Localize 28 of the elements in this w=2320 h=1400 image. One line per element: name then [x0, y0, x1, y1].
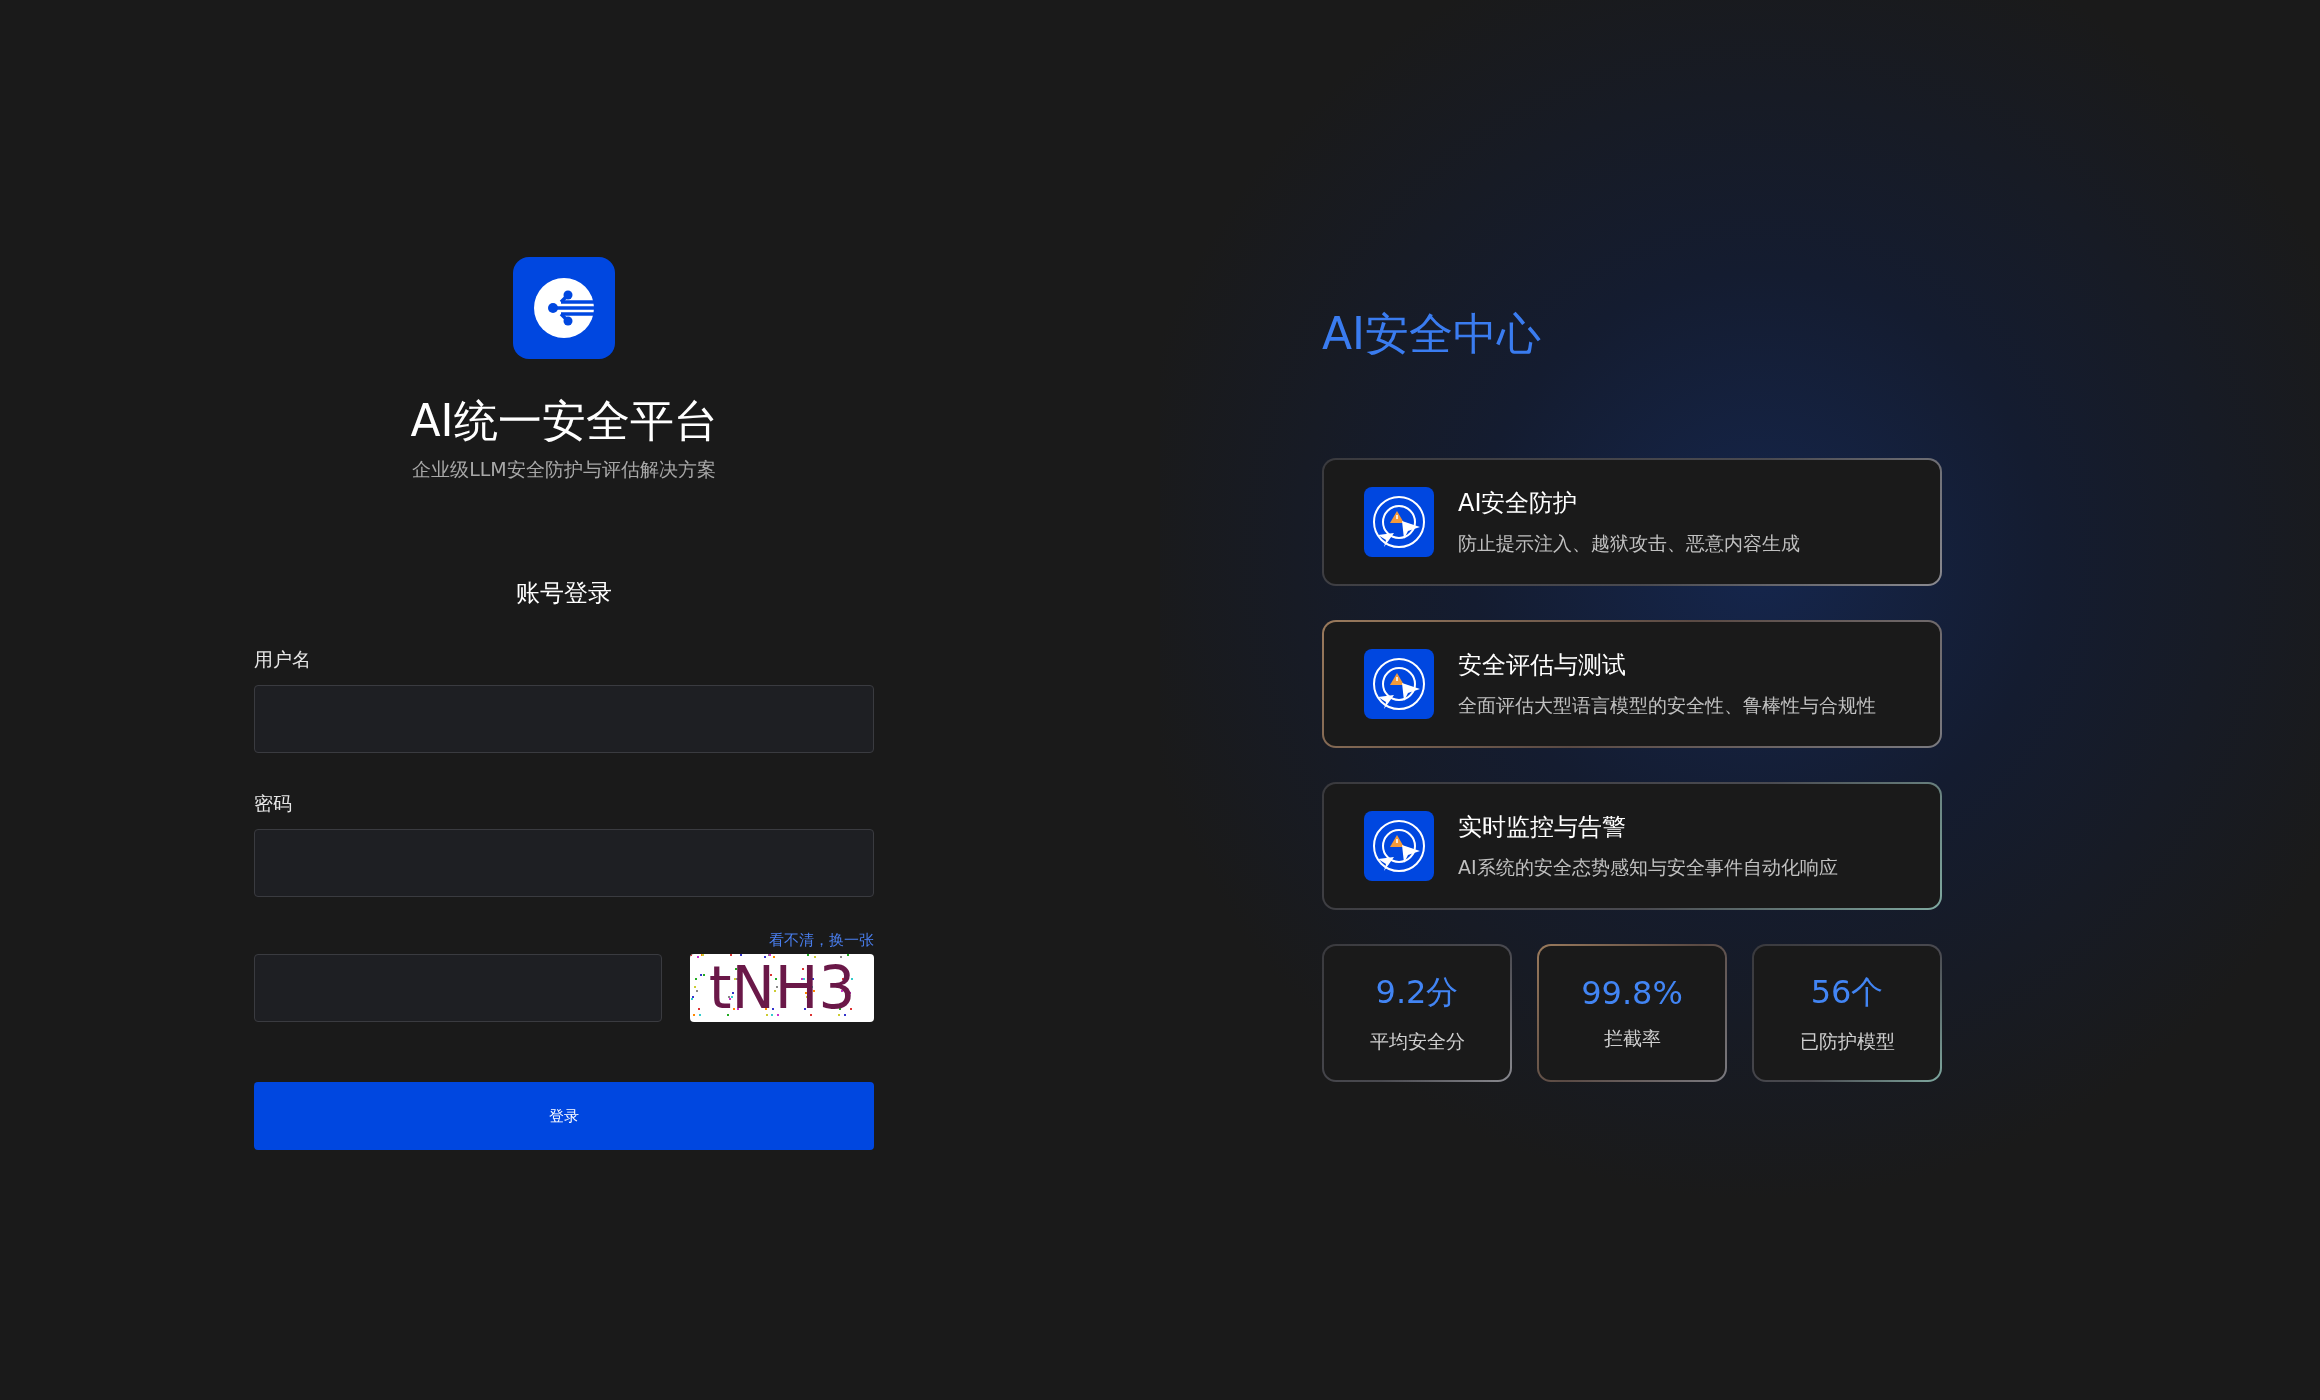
field-label: 密码: [254, 791, 293, 816]
login-heading: 账号登录: [516, 578, 612, 609]
field-label: 用户名: [254, 647, 312, 672]
logo-icon: [513, 257, 615, 359]
platform-subtitle: 企业级LLM安全防护与评估解决方案: [412, 457, 716, 482]
login-button[interactable]: 登录: [254, 1082, 874, 1150]
input-field[interactable]: [254, 685, 874, 753]
captcha-input-field[interactable]: [254, 954, 662, 1022]
stat-label: 已防护模型: [1799, 1029, 1895, 1054]
stat-value: 99.8%: [1581, 974, 1683, 1012]
stat-label: 平均安全分: [1369, 1029, 1465, 1054]
feature-description: 防止提示注入、越狱攻击、恶意内容生成: [1458, 531, 1800, 556]
feature-description: 全面评估大型语言模型的安全性、鲁棒性与合规性: [1458, 693, 1876, 718]
shield-warning-icon: [1364, 487, 1434, 557]
captcha-image[interactable]: tNH3: [690, 954, 874, 1022]
shield-warning-icon: [1364, 649, 1434, 719]
stat-label: 拦截率: [1603, 1026, 1661, 1051]
feature-title: 实时监控与告警: [1458, 812, 1627, 843]
feature-title: 安全评估与测试: [1458, 650, 1627, 681]
input-field[interactable]: [254, 829, 874, 897]
stat-value: 9.2分: [1375, 972, 1459, 1013]
platform-title: AI统一安全平台: [410, 395, 718, 447]
showcase-title: AI安全中心: [1322, 307, 1543, 361]
refresh-captcha-link[interactable]: 看不清，换一张: [769, 931, 874, 950]
stat-value: 56个: [1810, 972, 1884, 1013]
feature-title: AI安全防护: [1458, 488, 1579, 519]
shield-warning-icon: [1364, 811, 1434, 881]
feature-description: AI系统的安全态势感知与安全事件自动化响应: [1458, 855, 1838, 880]
